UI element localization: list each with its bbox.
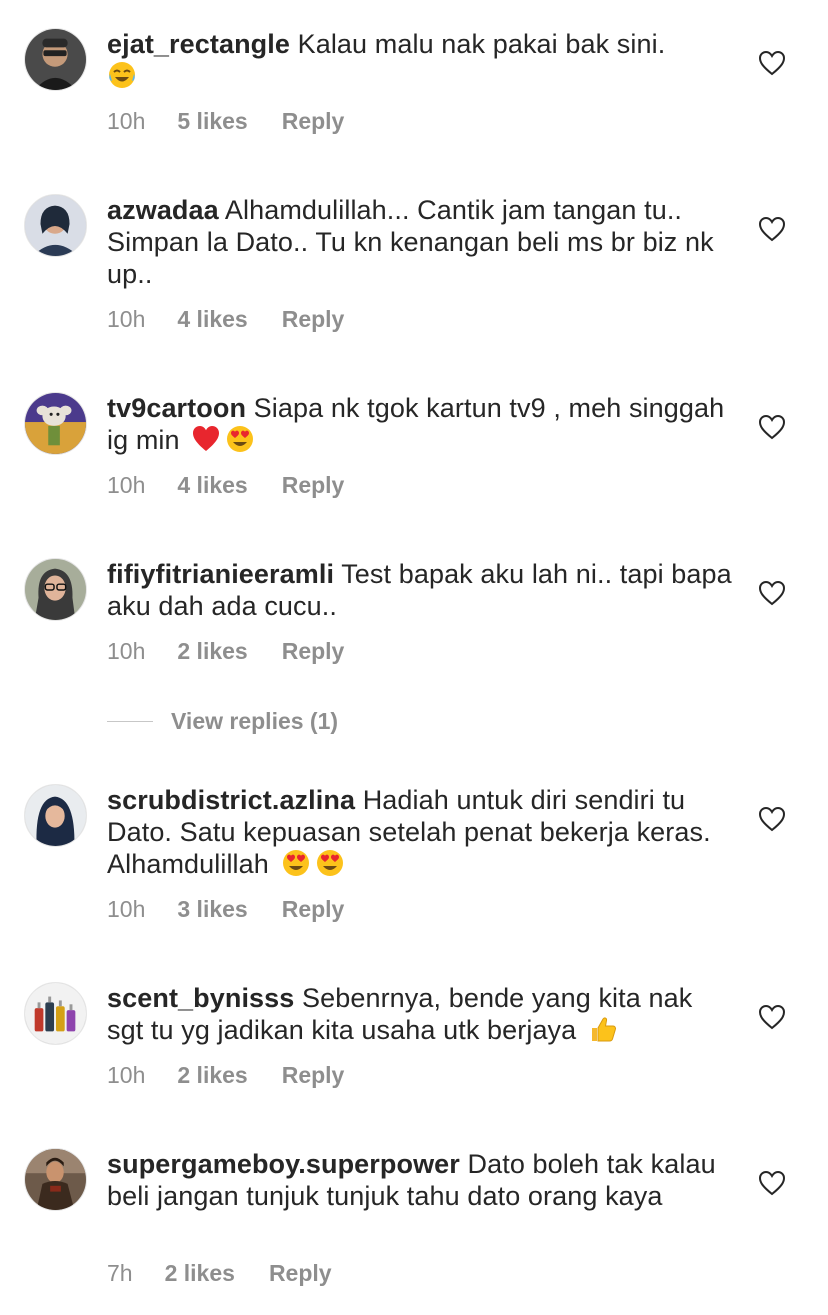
comment-meta: 10h 5 likes Reply <box>107 108 344 135</box>
reply-button[interactable]: Reply <box>269 1260 332 1287</box>
comment-time: 10h <box>107 638 146 664</box>
comment-meta: 10h 2 likes Reply <box>107 1062 344 1089</box>
comment-meta: 10h 2 likes Reply <box>107 638 344 665</box>
comment-body: scent_bynisss Sebenrnya, bende yang kita… <box>107 982 732 1046</box>
like-heart-icon[interactable] <box>758 414 786 440</box>
comment-username[interactable]: fifiyfitrianieeramli <box>107 559 334 589</box>
comment-body: fifiyfitrianieeramli Test bapak aku lah … <box>107 558 732 622</box>
comment-username[interactable]: tv9cartoon <box>107 393 246 423</box>
view-replies-label: View replies (1) <box>171 708 339 734</box>
comment-time: 10h <box>107 896 146 922</box>
likes-count[interactable]: 2 likes <box>165 1260 235 1287</box>
avatar[interactable] <box>24 1148 87 1211</box>
reply-button[interactable]: Reply <box>282 1062 345 1089</box>
likes-count[interactable]: 4 likes <box>177 306 247 333</box>
likes-count[interactable]: 5 likes <box>177 108 247 135</box>
like-heart-icon[interactable] <box>758 1170 786 1196</box>
comment-text: Kalau malu nak pakai bak sini. <box>297 29 666 59</box>
avatar[interactable] <box>24 558 87 621</box>
like-heart-icon[interactable] <box>758 216 786 242</box>
avatar[interactable] <box>24 982 87 1045</box>
avatar[interactable] <box>24 392 87 455</box>
reply-button[interactable]: Reply <box>282 108 345 135</box>
comment-body: tv9cartoon Siapa nk tgok kartun tv9 , me… <box>107 392 732 456</box>
comment-meta: 10h 4 likes Reply <box>107 306 344 333</box>
comment-meta: 10h 4 likes Reply <box>107 472 344 499</box>
like-heart-icon[interactable] <box>758 806 786 832</box>
avatar[interactable] <box>24 194 87 257</box>
reply-button[interactable]: Reply <box>282 896 345 923</box>
like-heart-icon[interactable] <box>758 1004 786 1030</box>
comment-body: scrubdistrict.azlina Hadiah untuk diri s… <box>107 784 732 880</box>
comment-username[interactable]: scent_bynisss <box>107 983 294 1013</box>
avatar[interactable] <box>24 28 87 91</box>
comment-time: 10h <box>107 472 146 498</box>
comment-body: azwadaa Alhamdulillah... Cantik jam tang… <box>107 194 732 290</box>
view-replies-button[interactable]: View replies (1) <box>107 708 338 735</box>
likes-count[interactable]: 4 likes <box>177 472 247 499</box>
reply-button[interactable]: Reply <box>282 306 345 333</box>
heart-eyes-emoji <box>315 848 345 878</box>
heart-eyes-emoji <box>225 424 255 454</box>
comment-time: 10h <box>107 108 146 134</box>
comment-time: 10h <box>107 1062 146 1088</box>
comment-meta: 7h 2 likes Reply <box>107 1260 332 1287</box>
view-replies-divider <box>107 721 153 722</box>
likes-count[interactable]: 3 likes <box>177 896 247 923</box>
joy-emoji <box>107 60 137 90</box>
comment-body: ejat_rectangle Kalau malu nak pakai bak … <box>107 28 732 92</box>
like-heart-icon[interactable] <box>758 50 786 76</box>
comment-username[interactable]: supergameboy.superpower <box>107 1149 460 1179</box>
comment-time: 10h <box>107 306 146 332</box>
reply-button[interactable]: Reply <box>282 638 345 665</box>
comment-body: supergameboy.superpower Dato boleh tak k… <box>107 1148 732 1212</box>
comment-username[interactable]: azwadaa <box>107 195 219 225</box>
thumbs-up-emoji <box>588 1014 618 1044</box>
comment-username[interactable]: scrubdistrict.azlina <box>107 785 355 815</box>
likes-count[interactable]: 2 likes <box>177 638 247 665</box>
comment-meta: 10h 3 likes Reply <box>107 896 344 923</box>
avatar[interactable] <box>24 784 87 847</box>
red-heart-emoji <box>191 424 221 454</box>
likes-count[interactable]: 2 likes <box>177 1062 247 1089</box>
like-heart-icon[interactable] <box>758 580 786 606</box>
comment-time: 7h <box>107 1260 133 1286</box>
comment-username[interactable]: ejat_rectangle <box>107 29 290 59</box>
reply-button[interactable]: Reply <box>282 472 345 499</box>
heart-eyes-emoji <box>281 848 311 878</box>
